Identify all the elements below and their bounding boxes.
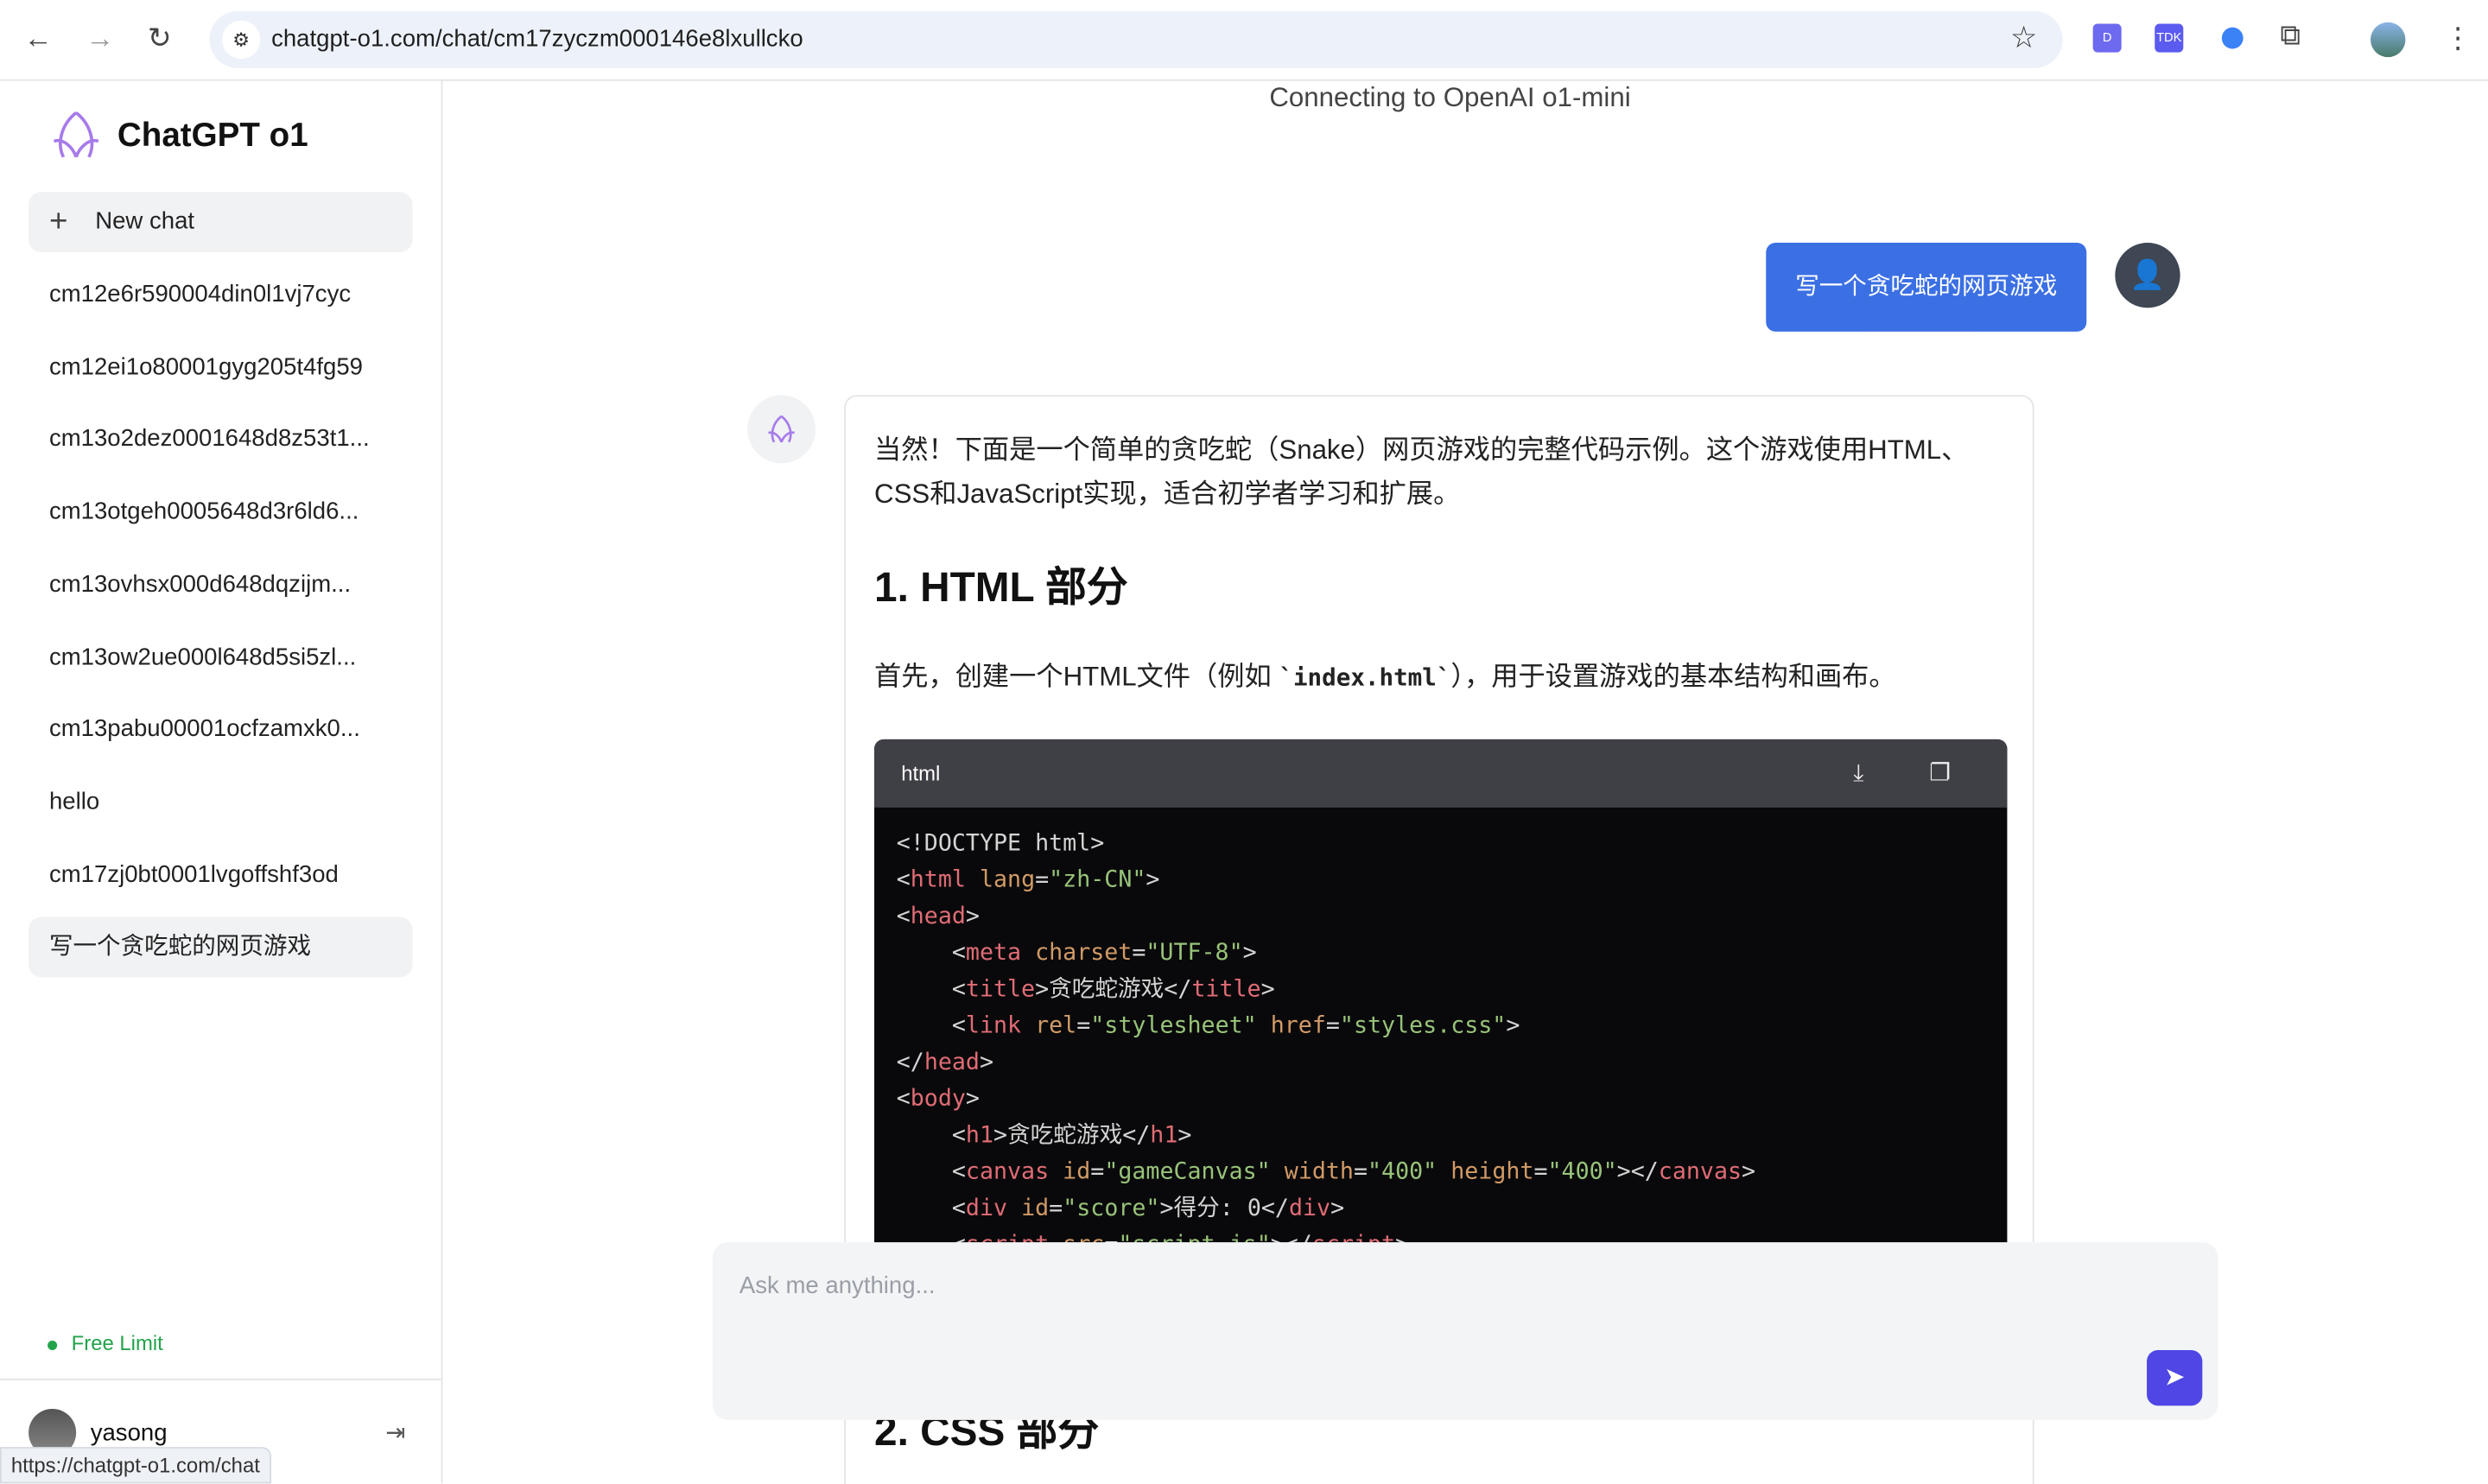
code-language: html xyxy=(901,761,941,786)
chat-history-item[interactable]: cm13ow2ue000l648d5si5zl... xyxy=(29,627,412,688)
extension-circle-icon[interactable] xyxy=(2221,27,2244,49)
username: yasong xyxy=(90,1419,168,1448)
inline-code: `index.html` xyxy=(1279,663,1451,692)
chat-history-item[interactable]: cm13pabu00001ocfzamxk0... xyxy=(29,700,412,760)
logo-icon xyxy=(53,111,99,158)
chat-history-item[interactable]: 写一个贪吃蛇的网页游戏 xyxy=(29,917,413,978)
extension-d-icon[interactable]: D xyxy=(2092,23,2122,53)
chat-history-item[interactable]: cm13ovhsx000d648dqzijm... xyxy=(29,555,412,615)
new-chat-label: New chat xyxy=(95,207,195,235)
forward-icon[interactable]: → xyxy=(86,22,114,56)
copy-icon[interactable]: ❐ xyxy=(1929,739,1951,808)
status-bar-url: https://chatgpt-o1.com/chat xyxy=(0,1447,271,1484)
chat-history-item[interactable]: cm17zj0bt0001lvgoffshf3od xyxy=(29,845,412,905)
status-dot-icon xyxy=(48,1340,58,1350)
user-avatar-icon: 👤 xyxy=(2115,243,2180,308)
code-header: html ⤓ ❐ xyxy=(874,739,2008,808)
reply-intro: 当然！下面是一个简单的贪吃蛇（Snake）网页游戏的完整代码示例。这个游戏使用H… xyxy=(874,434,1969,510)
brand-name: ChatGPT o1 xyxy=(117,117,308,155)
chat-history-item[interactable]: cm13otgeh0005648d3r6ld6... xyxy=(29,483,412,543)
bookmark-star-icon[interactable]: ☆ xyxy=(2010,21,2037,57)
chat-history-item[interactable]: cm12e6r590004din0l1vj7cyc xyxy=(29,265,412,326)
sidebar: ChatGPT o1 + New chat cm12e6r590004din0l1… xyxy=(0,80,443,1484)
assistant-avatar xyxy=(747,395,816,464)
back-icon[interactable]: ← xyxy=(24,22,53,56)
free-limit-badge[interactable]: Free Limit xyxy=(48,1331,163,1355)
plus-icon: + xyxy=(48,204,68,240)
send-icon: ➤ xyxy=(2163,1364,2186,1392)
extensions-puzzle-icon[interactable]: ⧉ xyxy=(2280,19,2301,53)
new-chat-button[interactable]: + New chat xyxy=(29,192,413,253)
connection-status: Connecting to OpenAI o1-mini xyxy=(1269,82,1631,113)
browser-toolbar: ← → ↻ ⚙ chatgpt-o1.com/chat/cm17zyczm000… xyxy=(0,0,2488,81)
input-placeholder: Ask me anything... xyxy=(739,1272,936,1300)
menu-kebab-icon[interactable]: ⋮ xyxy=(2444,22,2472,56)
free-limit-label: Free Limit xyxy=(71,1330,163,1355)
code-block: html ⤓ ❐ <!DOCTYPE html> <html lang="zh-… xyxy=(874,739,2008,1247)
reply-paragraph: 首先，创建一个HTML文件（例如 `index.html`），用于设置游戏的基本… xyxy=(874,654,1896,694)
paragraph-text: 首先，创建一个HTML文件（例如 xyxy=(874,661,1279,692)
reply-heading-html: 1. HTML 部分 xyxy=(874,563,1128,612)
reload-icon[interactable]: ↻ xyxy=(148,22,172,56)
paragraph-text: ），用于设置游戏的基本结构和画布。 xyxy=(1450,661,1896,692)
code-content: <!DOCTYPE html> <html lang="zh-CN"> <hea… xyxy=(896,831,1756,1247)
user-message: 写一个贪吃蛇的网页游戏 xyxy=(1766,243,2087,332)
extension-tdk-icon[interactable]: TDK xyxy=(2155,23,2184,53)
url-text[interactable]: chatgpt-o1.com/chat/cm17zyczm000146e8lxu… xyxy=(271,25,803,52)
site-settings-icon[interactable]: ⚙ xyxy=(222,20,261,59)
chat-history-item[interactable]: hello xyxy=(29,772,412,833)
profile-avatar[interactable] xyxy=(2371,22,2406,58)
logout-icon[interactable]: ⇥ xyxy=(385,1418,405,1447)
chat-history-item[interactable]: cm13o2dez0001648d8z53t1... xyxy=(29,410,412,471)
chat-history-item[interactable]: cm12ei1o80001gyg205t4fg59 xyxy=(29,338,412,398)
assistant-logo-icon xyxy=(768,415,795,443)
chat-input[interactable]: Ask me anything... ➤ xyxy=(712,1242,2218,1420)
address-bar[interactable]: ⚙ chatgpt-o1.com/chat/cm17zyczm000146e8l… xyxy=(209,10,2063,68)
send-button[interactable]: ➤ xyxy=(2147,1350,2203,1406)
download-icon[interactable]: ⤓ xyxy=(1853,739,1863,808)
